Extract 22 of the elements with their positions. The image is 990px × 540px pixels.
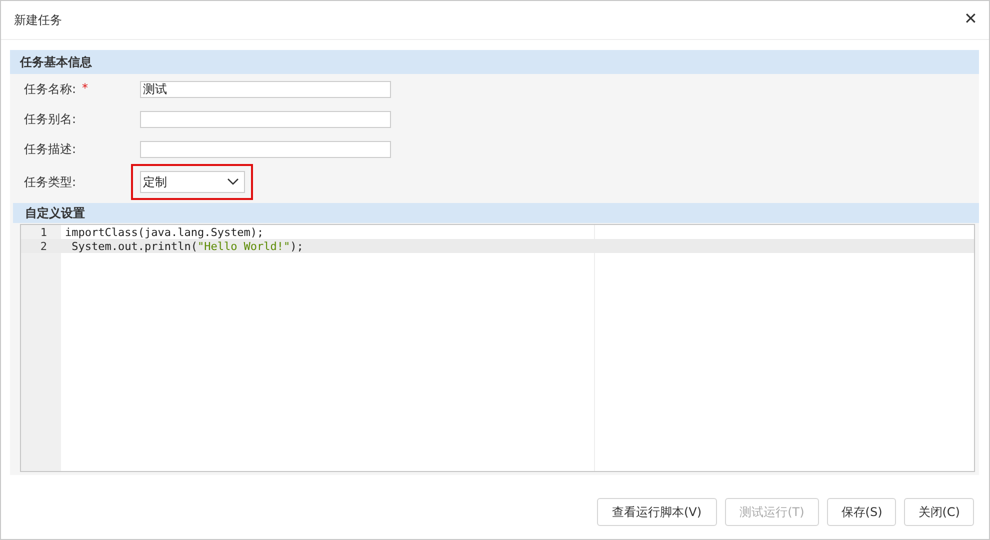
code-line: System.out.println("Hello World!"); [70,240,304,252]
field-label: 任务别名: [24,110,76,128]
dialog-button[interactable]: 查看运行脚本(V) [596,498,717,526]
section-header: 任务基本信息 [10,50,979,74]
select-field[interactable]: 定制 [140,171,245,193]
input-field[interactable] [140,110,391,128]
field-label: 任务名称: [24,80,76,98]
section-header: 自定义设置 [13,203,979,223]
dialog-button[interactable]: 保存(S) [827,498,896,526]
field-label: 任务类型: [24,174,76,190]
close-button[interactable]: ✕ [964,12,977,28]
code-line: importClass(java.lang.System); [65,226,264,238]
input-field[interactable] [140,140,391,158]
input-field[interactable]: 测试 [140,80,391,98]
dialog-button[interactable]: 关闭(C) [904,498,974,526]
required-mark: * [82,80,88,96]
code-editor[interactable]: 1 importClass(java.lang.System); 2 System.out.println("Hello World!"); [20,224,975,472]
chevron-down-icon [227,178,239,186]
line-number: 2 [39,240,47,252]
field-label: 任务描述: [24,140,76,158]
window-title: 新建任务 [14,12,62,28]
line-number: 1 [39,226,47,238]
